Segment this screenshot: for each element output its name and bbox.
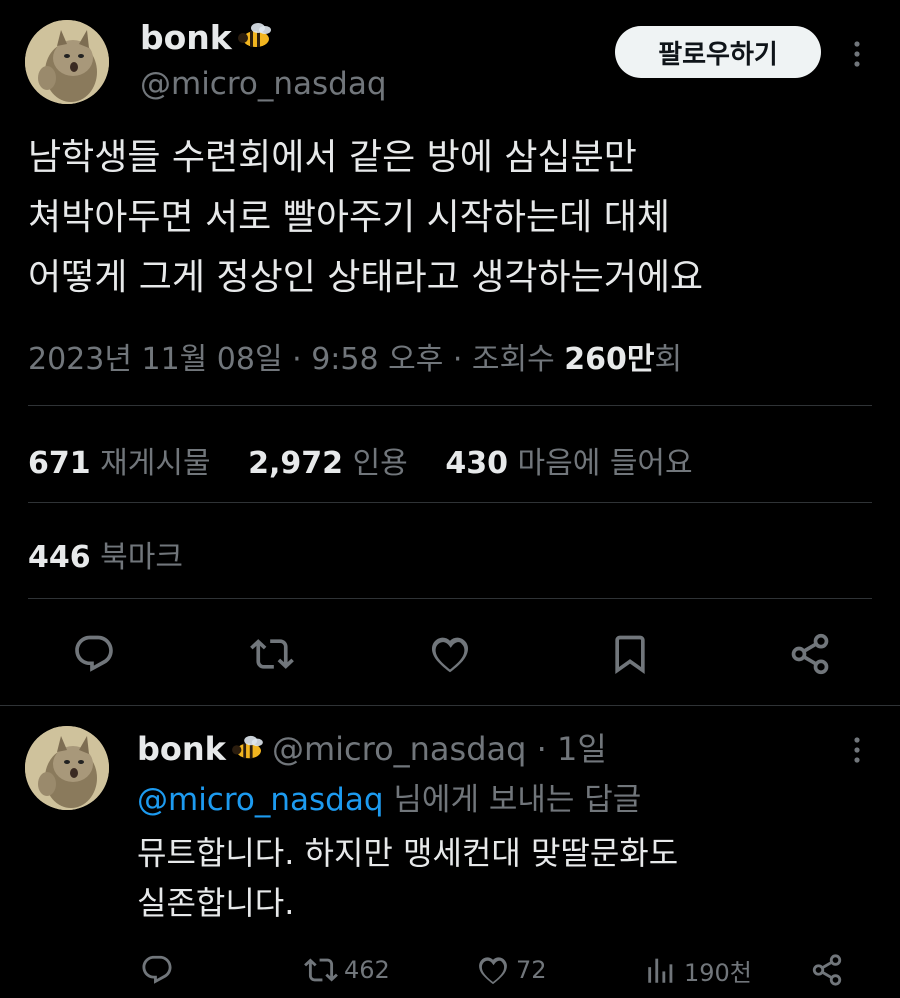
tweet-date[interactable]: 2023년 11월 08일 — [28, 342, 283, 377]
share-button[interactable] — [810, 952, 850, 988]
bookmarks-row: 446 북마크 — [28, 532, 211, 576]
reply-header: bonk @micro_nasdaq · 1일 — [137, 724, 607, 770]
like-icon — [476, 953, 516, 987]
tweet-text-line: 어떻게 그게 정상인 상태라고 생각하는거에요 — [28, 257, 704, 298]
views-count: 260만 — [564, 342, 655, 377]
replying-to-suffix: 님에게 보내는 답글 — [383, 782, 642, 818]
timestamp[interactable]: 1일 — [557, 730, 607, 768]
views-count: 190천 — [684, 958, 752, 987]
avatar[interactable] — [25, 726, 109, 810]
views-unit: 회 — [654, 342, 683, 377]
like-button[interactable]: 72 — [476, 952, 547, 988]
repost-icon[interactable] — [250, 632, 294, 676]
bookmarks-stat[interactable]: 446 북마크 — [28, 532, 183, 576]
reply-icon[interactable] — [72, 632, 116, 676]
reply-button[interactable] — [140, 952, 180, 988]
quotes-label: 인용 — [352, 446, 408, 481]
share-icon — [810, 953, 850, 987]
tweet-text-line: 쳐박아두면 서로 빨아주기 시작하는데 대체 — [28, 197, 670, 238]
display-name-text: bonk — [140, 18, 232, 57]
reply-text-line: 실존합니다. — [137, 884, 295, 922]
handle[interactable]: @micro_nasdaq — [140, 66, 387, 102]
bee-emoji-icon — [228, 732, 266, 770]
tweet-text: 남학생들 수련회에서 같은 방에 삼십분만 쳐박아두면 서로 빨아주기 시작하는… — [28, 128, 878, 308]
bookmarks-count: 446 — [28, 540, 91, 575]
separator: · — [526, 730, 557, 768]
more-options-icon[interactable] — [845, 36, 869, 72]
likes-stat[interactable]: 430 마음에 들어요 — [445, 438, 692, 482]
repost-button[interactable]: 462 — [304, 952, 390, 988]
like-count: 72 — [516, 956, 547, 984]
separator: · — [282, 342, 312, 377]
display-name[interactable]: bonk — [140, 18, 274, 59]
reply-icon — [140, 953, 180, 987]
bookmarks-label: 북마크 — [100, 540, 183, 575]
tweet-meta: 2023년 11월 08일 · 9:58 오후 · 조회수 260만회 — [28, 334, 682, 378]
separator: · — [443, 342, 472, 377]
repost-count: 462 — [344, 956, 390, 984]
likes-count: 430 — [445, 446, 508, 481]
stats-row: 671 재게시물 2,972 인용 430 마음에 들어요 — [28, 438, 721, 482]
bee-emoji-icon — [234, 20, 274, 59]
divider — [0, 705, 900, 706]
reposts-label: 재게시물 — [100, 446, 211, 481]
like-icon[interactable] — [428, 632, 472, 676]
replying-to: @micro_nasdaq 님에게 보내는 답글 — [137, 774, 641, 819]
divider — [28, 405, 872, 406]
tweet-time[interactable]: 9:58 오후 — [311, 342, 443, 377]
views-icon — [644, 953, 684, 987]
mention-link[interactable]: @micro_nasdaq — [137, 782, 384, 818]
views-label: 조회수 — [471, 342, 565, 377]
avatar[interactable] — [25, 20, 109, 104]
reposts-count: 671 — [28, 446, 91, 481]
reply-text: 뮤트합니다. 하지만 맹세컨대 맞딸문화도 실존합니다. — [137, 828, 857, 928]
quotes-stat[interactable]: 2,972 인용 — [248, 438, 408, 482]
quotes-count: 2,972 — [248, 446, 344, 481]
divider — [28, 598, 872, 599]
bookmark-icon[interactable] — [608, 632, 652, 676]
display-name[interactable]: bonk — [137, 730, 226, 768]
tweet-text-line: 남학생들 수련회에서 같은 방에 삼십분만 — [28, 137, 637, 178]
likes-label: 마음에 들어요 — [517, 446, 693, 481]
handle[interactable]: @micro_nasdaq — [272, 730, 526, 768]
views-button[interactable]: 190천 — [644, 952, 752, 988]
share-icon[interactable] — [788, 632, 832, 676]
reposts-stat[interactable]: 671 재게시물 — [28, 438, 211, 482]
reply-text-line: 뮤트합니다. 하지만 맹세컨대 맞딸문화도 — [137, 834, 679, 872]
follow-button[interactable]: 팔로우하기 — [615, 26, 821, 78]
divider — [28, 502, 872, 503]
more-options-icon[interactable] — [845, 732, 869, 768]
repost-icon — [304, 953, 344, 987]
